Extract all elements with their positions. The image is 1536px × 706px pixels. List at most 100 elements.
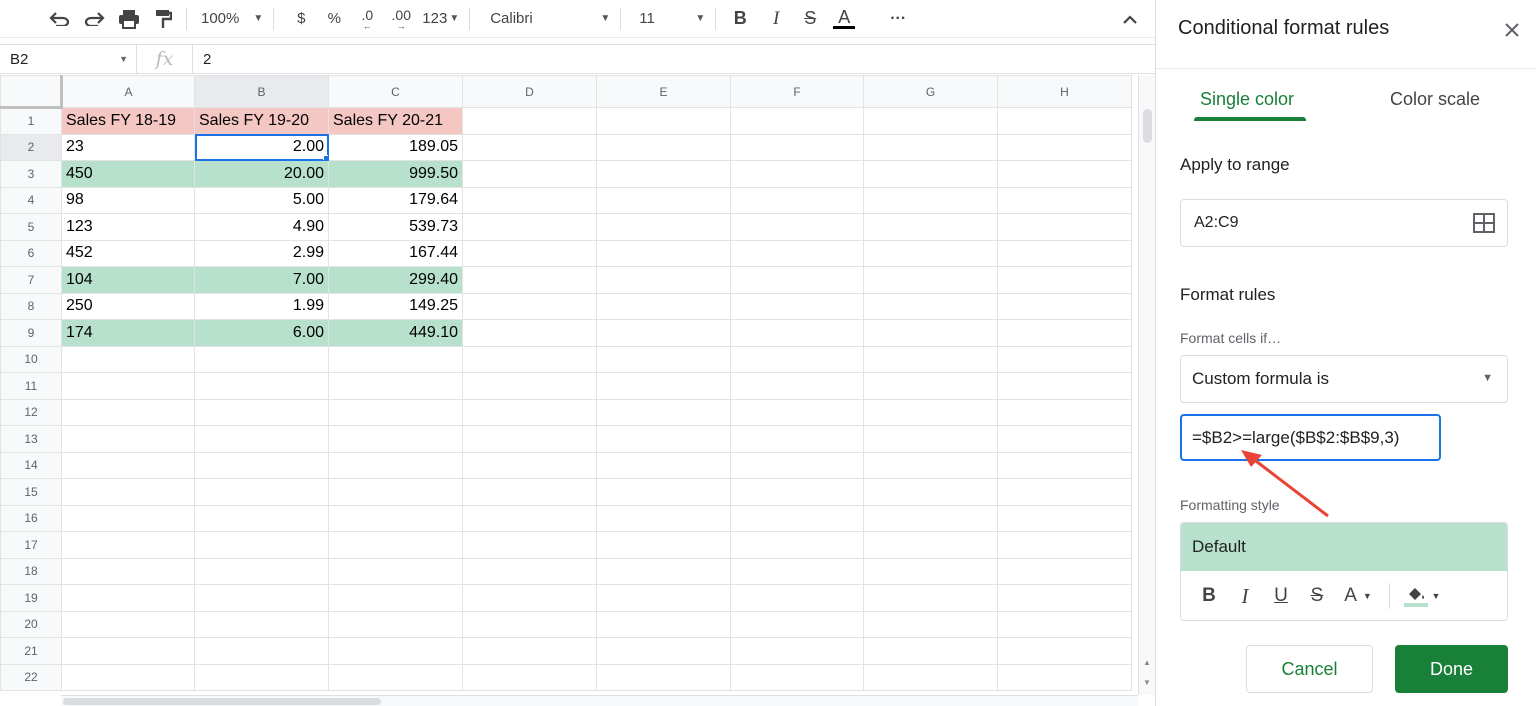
table-cell[interactable] [863, 637, 998, 665]
column-header-c[interactable]: C [328, 75, 463, 108]
table-cell[interactable] [997, 610, 1132, 638]
cancel-button[interactable]: Cancel [1246, 645, 1373, 693]
table-cell[interactable] [61, 557, 195, 585]
cell-a1[interactable]: Sales FY 18-19 [61, 107, 195, 135]
table-cell[interactable]: 98 [61, 186, 195, 214]
row-header[interactable]: 17 [0, 531, 62, 559]
table-cell[interactable] [61, 531, 195, 559]
table-cell[interactable] [328, 345, 463, 373]
table-cell[interactable] [194, 398, 329, 426]
table-cell[interactable] [997, 213, 1132, 241]
fill-handle[interactable] [323, 155, 328, 160]
table-cell[interactable] [997, 292, 1132, 320]
table-cell[interactable]: 450 [61, 160, 195, 188]
table-cell[interactable] [596, 345, 731, 373]
table-cell[interactable]: 449.10 [328, 319, 463, 347]
table-cell[interactable] [194, 425, 329, 453]
decrease-decimal-button[interactable]: .0 ← [354, 5, 380, 33]
table-cell[interactable] [462, 372, 597, 400]
table-cell[interactable] [61, 610, 195, 638]
table-cell[interactable] [328, 372, 463, 400]
table-cell[interactable] [462, 398, 597, 426]
table-cell[interactable] [997, 186, 1132, 214]
table-cell[interactable] [730, 610, 864, 638]
table-cell[interactable]: 7.00 [194, 266, 329, 294]
table-cell[interactable] [462, 292, 597, 320]
row-header[interactable]: 1 [0, 107, 62, 135]
table-cell[interactable] [730, 663, 864, 691]
table-cell[interactable] [462, 557, 597, 585]
row-header[interactable]: 4 [0, 186, 62, 214]
table-cell[interactable]: 5.00 [194, 186, 329, 214]
table-cell[interactable] [328, 610, 463, 638]
scroll-down-icon[interactable]: ▼ [1139, 675, 1155, 691]
undo-icon[interactable] [46, 5, 72, 33]
table-cell[interactable]: 20.00 [194, 160, 329, 188]
row-header[interactable]: 5 [0, 213, 62, 241]
table-cell[interactable] [462, 663, 597, 691]
table-cell[interactable] [596, 160, 731, 188]
row-header[interactable]: 8 [0, 292, 62, 320]
table-cell[interactable] [462, 186, 597, 214]
table-cell[interactable] [61, 372, 195, 400]
table-cell[interactable] [863, 345, 998, 373]
row-header[interactable]: 14 [0, 451, 62, 479]
table-cell[interactable] [194, 345, 329, 373]
row-header[interactable]: 21 [0, 637, 62, 665]
more-options-button[interactable]: ··· [886, 5, 910, 33]
table-cell[interactable] [863, 531, 998, 559]
table-cell[interactable] [730, 504, 864, 532]
table-cell[interactable] [596, 292, 731, 320]
table-cell[interactable] [863, 239, 998, 267]
table-cell[interactable] [328, 531, 463, 559]
font-family-select[interactable]: Calibri ▼ [490, 5, 610, 33]
row-header[interactable]: 13 [0, 425, 62, 453]
table-cell[interactable] [462, 451, 597, 479]
row-header[interactable]: 16 [0, 504, 62, 532]
table-cell[interactable] [328, 504, 463, 532]
strikethrough-button[interactable]: S [1299, 581, 1335, 611]
table-cell[interactable] [61, 398, 195, 426]
column-header-e[interactable]: E [596, 75, 731, 108]
table-cell[interactable] [328, 451, 463, 479]
table-cell[interactable] [730, 425, 864, 453]
table-cell[interactable] [730, 584, 864, 612]
table-cell[interactable] [730, 133, 864, 161]
print-icon[interactable] [116, 5, 142, 33]
table-cell[interactable] [730, 398, 864, 426]
table-cell[interactable] [730, 451, 864, 479]
table-cell[interactable] [596, 637, 731, 665]
table-cell[interactable] [462, 425, 597, 453]
formula-bar-input[interactable]: 2 [193, 51, 211, 68]
table-cell[interactable] [462, 266, 597, 294]
table-cell[interactable] [596, 372, 731, 400]
table-cell[interactable] [194, 504, 329, 532]
table-cell[interactable] [863, 478, 998, 506]
table-cell[interactable] [462, 213, 597, 241]
table-cell[interactable] [328, 584, 463, 612]
table-cell[interactable] [61, 663, 195, 691]
table-cell[interactable] [462, 239, 597, 267]
table-cell[interactable] [194, 531, 329, 559]
table-cell[interactable]: 123 [61, 213, 195, 241]
row-header[interactable]: 19 [0, 584, 62, 612]
vertical-scrollbar[interactable]: ▲ ▼ [1138, 75, 1155, 695]
row-header[interactable]: 20 [0, 610, 62, 638]
horizontal-scrollbar[interactable] [61, 695, 1138, 706]
table-cell[interactable] [997, 345, 1132, 373]
table-cell[interactable] [863, 398, 998, 426]
bold-button[interactable]: B [728, 5, 752, 33]
table-cell[interactable] [194, 584, 329, 612]
table-cell[interactable] [997, 584, 1132, 612]
table-cell[interactable]: 167.44 [328, 239, 463, 267]
table-cell[interactable] [997, 425, 1132, 453]
table-cell[interactable]: 4.90 [194, 213, 329, 241]
table-cell[interactable] [462, 319, 597, 347]
table-cell[interactable] [596, 213, 731, 241]
table-cell[interactable] [462, 133, 597, 161]
table-cell[interactable] [61, 425, 195, 453]
table-cell[interactable] [730, 107, 864, 135]
column-header-d[interactable]: D [462, 75, 597, 108]
condition-select[interactable]: Custom formula is ▼ [1180, 355, 1508, 403]
table-cell[interactable] [997, 557, 1132, 585]
